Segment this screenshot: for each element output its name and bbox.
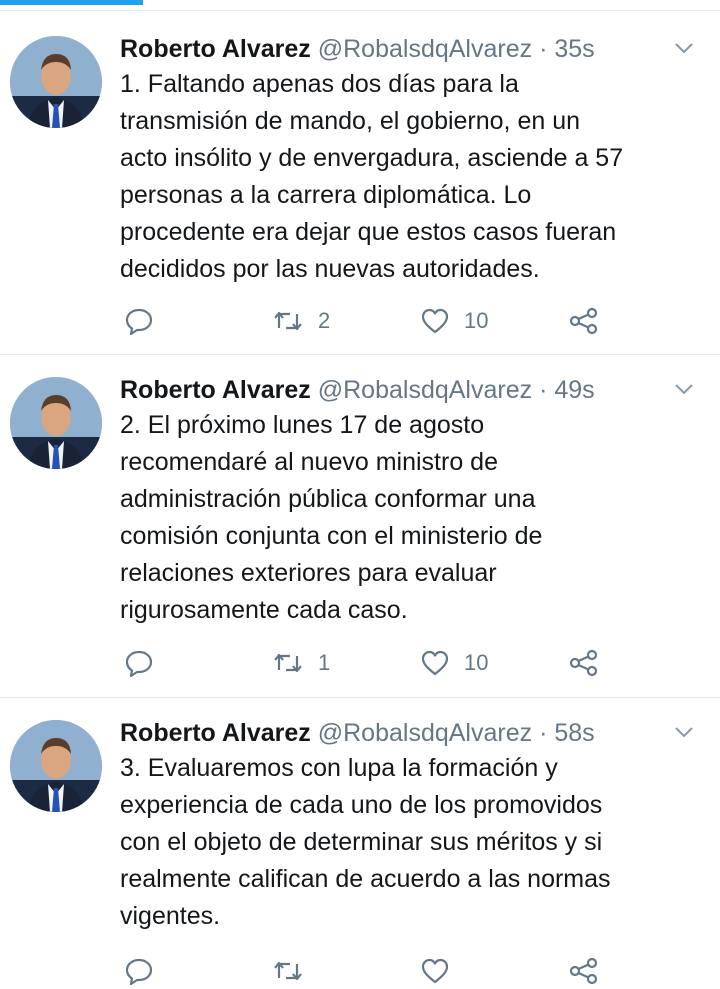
retweet-count: 1 [318,650,331,675]
top-divider [0,10,720,11]
tweet-text: 1. Faltando apenas dos días para la tran… [120,70,624,283]
author-name[interactable]: Roberto Alvarez [120,35,311,63]
separator: · [539,35,548,63]
author-handle[interactable]: @RobalsdqAlvarez [318,376,532,404]
tweet-text: 3. Evaluaremos con lupa la formación y e… [120,754,611,930]
chevron-down-icon[interactable] [672,38,696,58]
share-button[interactable] [568,645,600,681]
like-count: 10 [464,650,489,675]
reply-icon [125,308,153,336]
tweet-divider [0,354,720,355]
chevron-down-icon[interactable] [672,722,696,742]
share-icon [569,649,598,677]
tweet-actions [120,953,620,989]
reply-icon [125,958,153,986]
retweet-count: 2 [318,308,331,333]
timestamp[interactable]: 35s [554,35,594,63]
share-icon [569,307,598,335]
retweet-icon [274,961,302,981]
like-button[interactable] [420,953,464,989]
like-icon [421,308,449,334]
reply-icon [125,650,153,678]
chevron-down-icon[interactable] [672,379,696,399]
reply-button[interactable] [124,303,154,339]
retweet-icon [274,653,302,673]
like-icon [421,958,449,984]
tweet-header: Roberto Alvarez @RobalsdqAlvarez · 58s [120,716,595,750]
retweet-button[interactable] [272,953,318,989]
like-count: 10 [464,308,489,333]
avatar[interactable] [10,720,102,812]
like-icon [421,650,449,676]
author-name[interactable]: Roberto Alvarez [120,719,311,747]
share-button[interactable] [568,303,600,339]
tweet-header: Roberto Alvarez @RobalsdqAlvarez · 49s [120,373,595,407]
tweet-header: Roberto Alvarez @RobalsdqAlvarez · 35s [120,32,595,66]
share-button[interactable] [568,953,600,989]
like-button[interactable]: 10 [420,645,488,681]
author-handle[interactable]: @RobalsdqAlvarez [318,35,532,63]
reply-button[interactable] [124,645,154,681]
separator: · [539,376,548,404]
separator: · [539,719,548,747]
retweet-button[interactable]: 1 [272,645,330,681]
author-handle[interactable]: @RobalsdqAlvarez [318,719,532,747]
like-button[interactable]: 10 [420,303,488,339]
share-icon [569,957,598,985]
tweet-divider [0,697,720,698]
tweet-text: 2. El próximo lunes 17 de agosto recomen… [120,411,543,624]
avatar[interactable] [10,377,102,469]
author-name[interactable]: Roberto Alvarez [120,376,311,404]
timestamp[interactable]: 58s [554,719,594,747]
reply-button[interactable] [124,953,154,989]
timestamp[interactable]: 49s [554,376,594,404]
tweet-actions: 2 10 [120,303,620,339]
tweet-actions: 1 10 [120,645,620,681]
avatar[interactable] [10,36,102,128]
retweet-button[interactable]: 2 [272,303,330,339]
retweet-icon [274,311,302,331]
active-tab-indicator [0,0,143,5]
